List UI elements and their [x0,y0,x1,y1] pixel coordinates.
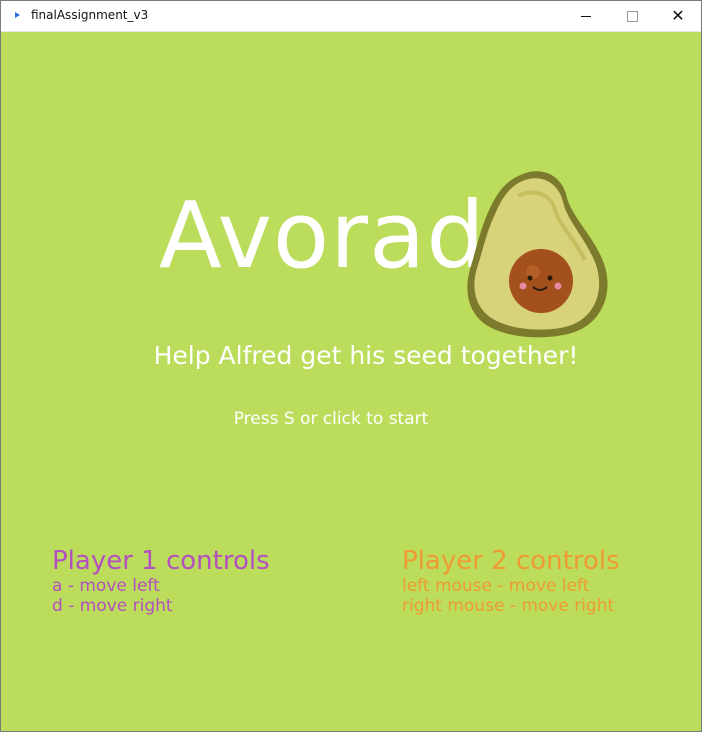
minimize-icon [581,15,591,17]
minimize-button[interactable] [563,1,609,31]
maximize-icon [626,10,638,22]
app-icon [15,12,20,18]
app-window: finalAssignment_v3 ✕ Avorado Help Alfred… [0,0,702,732]
close-button[interactable]: ✕ [655,1,701,31]
player1-controls-heading: Player 1 controls [52,546,270,576]
player1-move-left: a - move left [52,576,160,596]
player2-move-right: right mouse - move right [402,596,615,616]
game-subtitle: Help Alfred get his seed together! [153,341,579,370]
player1-controls: Player 1 controls a - move left d - move… [52,546,270,616]
game-canvas[interactable]: Avorado Help Alfred get his seed togethe… [1,32,701,731]
player1-move-right: d - move right [52,596,173,616]
close-icon: ✕ [671,6,685,25]
player2-controls-heading: Player 2 controls [402,546,620,576]
player2-move-left: left mouse - move left [402,576,590,596]
avocado-mascot-image [467,171,608,338]
maximize-button[interactable] [609,1,655,31]
title-bar[interactable]: finalAssignment_v3 ✕ [1,1,701,32]
window-title: finalAssignment_v3 [31,8,149,22]
start-prompt[interactable]: Press S or click to start [231,409,431,429]
player2-controls: Player 2 controls left mouse - move left… [402,546,620,616]
